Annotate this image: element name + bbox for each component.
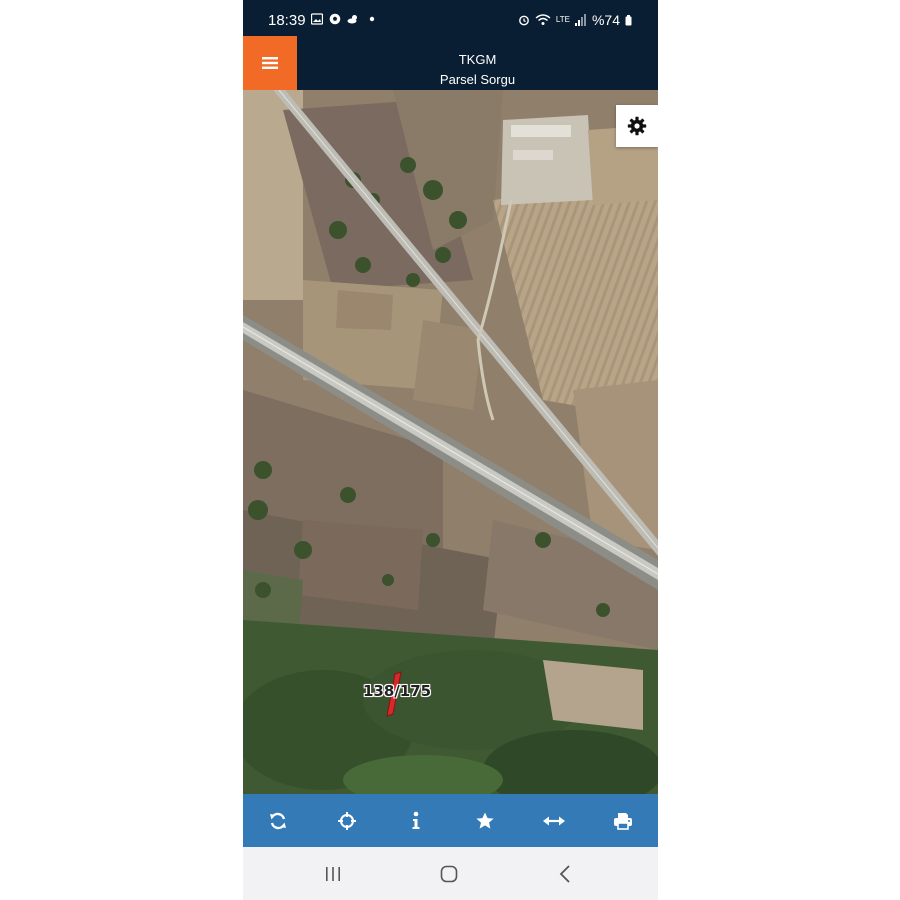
print-icon	[614, 812, 633, 830]
measure-button[interactable]	[534, 801, 574, 841]
weather-icon	[347, 15, 357, 24]
recent-apps-icon	[326, 867, 340, 881]
info-button[interactable]	[396, 801, 436, 841]
hamburger-menu-icon	[262, 57, 278, 69]
home-button[interactable]	[437, 863, 461, 885]
locate-button[interactable]	[327, 801, 367, 841]
app-title: TKGM	[458, 52, 497, 67]
refresh-button[interactable]	[258, 801, 298, 841]
map-toolbar	[243, 794, 658, 847]
locate-crosshair-icon	[337, 811, 356, 830]
favorite-button[interactable]	[465, 801, 505, 841]
status-bar: 18:39 LTE %74	[243, 0, 658, 36]
home-icon	[440, 865, 458, 883]
measure-arrows-icon	[543, 816, 566, 825]
status-notification-icons	[311, 13, 375, 25]
alarm-icon	[518, 15, 529, 26]
star-icon	[476, 812, 494, 829]
battery-percent: %74	[591, 12, 620, 28]
battery-icon	[625, 14, 632, 25]
phone-screen: 18:39 LTE %74 TKGM Parsel Sorgu 138/175	[243, 0, 658, 900]
print-button[interactable]	[603, 801, 643, 841]
back-button[interactable]	[553, 863, 577, 885]
gear-icon	[627, 116, 647, 136]
parcel-label[interactable]: 138/175	[363, 682, 431, 700]
gallery-icon	[311, 13, 323, 25]
back-icon	[559, 865, 570, 883]
app-subtitle: Parsel Sorgu	[439, 72, 516, 87]
status-time: 18:39	[268, 12, 306, 29]
map-imagery	[243, 90, 658, 794]
soccer-ball-icon	[329, 13, 341, 25]
network-type-label: LTE	[555, 15, 570, 24]
recent-apps-button[interactable]	[321, 863, 345, 885]
wifi-icon	[535, 14, 551, 25]
status-system-icons: LTE %74	[518, 12, 632, 28]
dot-icon	[369, 16, 375, 22]
refresh-icon	[269, 812, 286, 829]
settings-button[interactable]	[616, 105, 658, 147]
info-icon	[412, 811, 420, 829]
system-nav-bar	[243, 847, 658, 900]
menu-button[interactable]	[243, 36, 297, 90]
app-header: TKGM Parsel Sorgu	[243, 36, 658, 90]
header-title-block: TKGM Parsel Sorgu	[297, 50, 658, 90]
signal-icon	[574, 14, 586, 26]
satellite-map[interactable]: 138/175	[243, 90, 658, 794]
